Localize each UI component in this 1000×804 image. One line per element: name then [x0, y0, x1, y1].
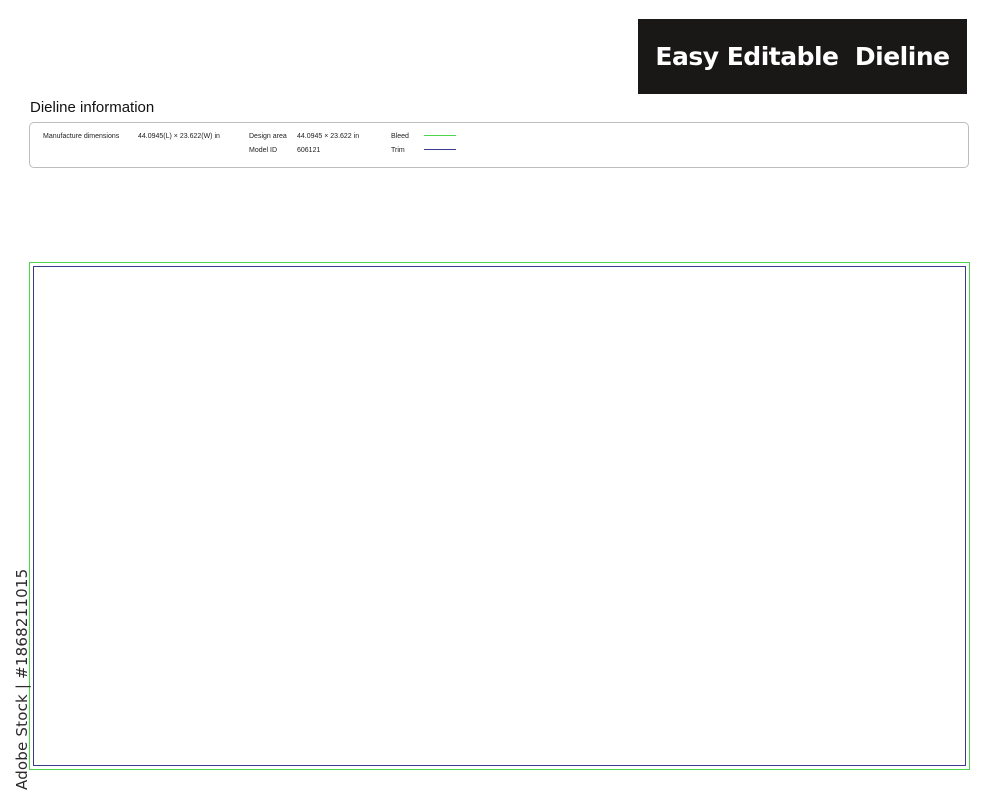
model-id-label: Model ID	[249, 147, 278, 154]
easy-editable-dieline-badge: Easy Editable Dieline	[638, 19, 967, 94]
bleed-legend-line	[424, 135, 456, 136]
manufacture-dimensions-label: Manufacture dimensions	[43, 133, 120, 140]
trim-legend-line	[424, 149, 456, 150]
manufacture-dimensions-value: 44.0945(L) × 23.622(W) in	[138, 133, 220, 140]
design-area-label: Design area	[249, 133, 287, 140]
dieline-information-title: Dieline information	[30, 99, 155, 116]
trim-outline	[33, 266, 966, 766]
adobe-stock-watermark: Adobe Stock | #1868211015	[13, 568, 31, 790]
bleed-legend-label: Bleed	[391, 133, 409, 140]
trim-legend-label: Trim	[391, 147, 405, 154]
dieline-info-panel: Manufacture dimensions 44.0945(L) × 23.6…	[29, 122, 969, 168]
design-area-value: 44.0945 × 23.622 in	[297, 133, 360, 140]
model-id-value: 606121	[297, 147, 321, 154]
